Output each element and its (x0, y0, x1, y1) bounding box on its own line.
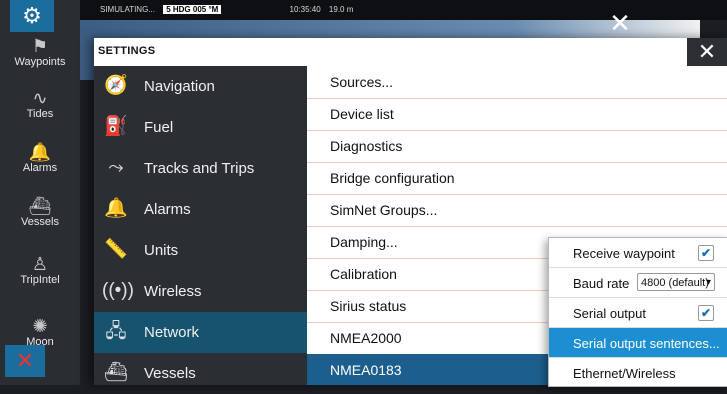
serial-output-checkbox[interactable]: ✔ (698, 305, 714, 321)
category-vessels[interactable]: ⛴ Vessels (94, 353, 307, 394)
rail-item-moon[interactable]: ✺ Moon (0, 316, 80, 348)
category-alarms[interactable]: 🔔 Alarms (94, 189, 307, 230)
depth-readout: 19.0 m (328, 5, 354, 14)
moon-icon: ✺ (32, 316, 48, 336)
category-wireless[interactable]: ((•)) Wireless (94, 271, 307, 312)
option-sources[interactable]: Sources... (307, 66, 727, 99)
chevron-down-icon: ▾ (705, 277, 711, 288)
category-navigation[interactable]: 🧭 Navigation (94, 66, 307, 107)
category-units[interactable]: 📏 Units (94, 230, 307, 271)
rail-item-vessels[interactable]: ⛴ Vessels (0, 196, 80, 228)
baud-rate-row: Baud rate 4800 (default) ▾ (549, 268, 727, 298)
compass-icon: 🧭 (104, 75, 128, 96)
bell-icon: 🔔 (28, 142, 52, 162)
receive-waypoint-checkbox[interactable]: ✔ (698, 245, 714, 261)
ethernet-wireless-item[interactable]: Ethernet/Wireless (549, 358, 727, 387)
simulating-text: SIMULATING... (100, 5, 155, 14)
rail-item-tides[interactable]: ∿ Tides (0, 88, 80, 120)
flag-icon: ⚑ (31, 36, 49, 56)
dialog-title: SETTINGS (98, 45, 156, 57)
rail-close-button[interactable]: ✕ (5, 345, 45, 377)
dialog-close-button[interactable]: ✕ (687, 38, 727, 66)
receive-waypoint-row[interactable]: Receive waypoint ✔ (549, 238, 727, 268)
option-bridge-configuration[interactable]: Bridge configuration (307, 162, 727, 195)
vessel-icon: ⛴ (103, 362, 129, 383)
dialog-header: SETTINGS ✕ (94, 38, 727, 67)
rail-item-tripintel[interactable]: ♙ TripIntel (0, 254, 80, 286)
tide-wave-icon: ∿ (32, 88, 48, 108)
option-diagnostics[interactable]: Diagnostics (307, 130, 727, 163)
tripintel-icon: ♙ (31, 254, 49, 274)
left-rail: ⚙ ⚑ Waypoints ∿ Tides 🔔 Alarms ⛴ Vessels… (0, 0, 80, 385)
option-simnet-groups[interactable]: SimNet Groups... (307, 194, 727, 227)
category-fuel[interactable]: ⛽ Fuel (94, 107, 307, 148)
serial-output-row[interactable]: Serial output ✔ (549, 298, 727, 328)
settings-gear-icon[interactable]: ⚙ (10, 0, 54, 32)
rail-item-alarms[interactable]: 🔔 Alarms (0, 142, 80, 174)
tracks-icon: ⤳ (108, 157, 124, 178)
status-readout: SIMULATING... 5 HDG 005 °M 10:35:40 19.0… (100, 5, 359, 14)
wireless-icon: ((•)) (102, 280, 134, 301)
settings-category-list: 🧭 Navigation ⛽ Fuel ⤳ Tracks and Trips 🔔… (94, 66, 307, 385)
category-network[interactable]: 🖧 Network (94, 312, 307, 353)
background-close-button[interactable]: ✕ (586, 10, 654, 36)
vessel-icon: ⛴ (28, 196, 52, 216)
network-icon: 🖧 (105, 321, 127, 342)
ruler-icon: 📏 (104, 239, 128, 260)
nmea0183-submenu: Receive waypoint ✔ Baud rate 4800 (defau… (548, 237, 727, 387)
option-device-list[interactable]: Device list (307, 98, 727, 131)
time-readout: 10:35:40 (289, 5, 321, 14)
fuel-pump-icon: ⛽ (104, 116, 128, 137)
category-tracks-and-trips[interactable]: ⤳ Tracks and Trips (94, 148, 307, 189)
bell-icon: 🔔 (104, 198, 128, 219)
rail-item-waypoints[interactable]: ⚑ Waypoints (0, 36, 80, 68)
serial-output-sentences-item[interactable]: Serial output sentences... (549, 328, 727, 358)
baud-rate-select[interactable]: 4800 (default) ▾ (637, 273, 715, 291)
heading-readout: 5 HDG 005 °M (163, 5, 222, 14)
